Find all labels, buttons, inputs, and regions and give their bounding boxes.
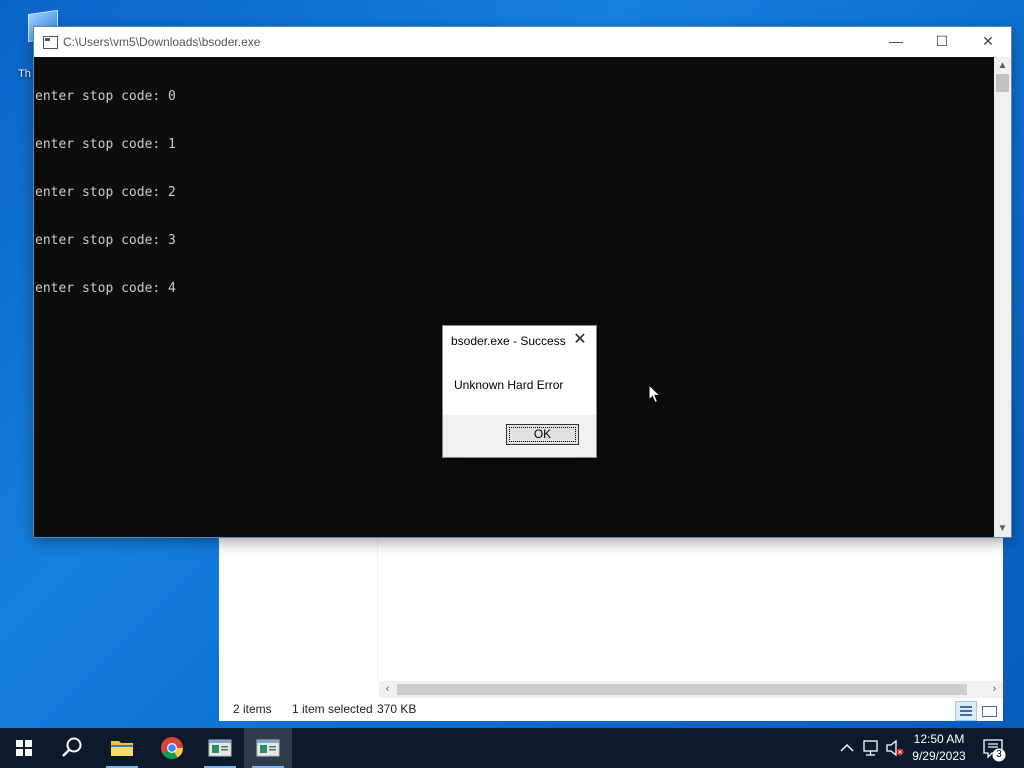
desktop-icon-label: Th — [18, 68, 31, 80]
item-count: 2 items — [233, 702, 272, 716]
scroll-left-icon[interactable]: ‹ — [379, 681, 396, 698]
dialog-footer: OK — [443, 415, 596, 457]
start-button[interactable] — [0, 728, 48, 768]
search-icon — [62, 737, 82, 757]
clock[interactable]: 12:50 AM 9/29/2023 — [906, 731, 972, 765]
show-hidden-icons-button[interactable] — [838, 728, 856, 768]
volume-button[interactable] — [884, 728, 906, 768]
large-icons-view-icon — [982, 706, 997, 717]
console-title: C:\Users\vm5\Downloads\bsoder.exe — [63, 35, 261, 49]
file-explorer-taskbar-button[interactable] — [98, 728, 146, 768]
dialog-title: bsoder.exe - Success — [451, 334, 566, 348]
details-view-button[interactable] — [955, 701, 977, 721]
console-line: enter stop code: 2 — [35, 185, 176, 200]
scroll-down-icon[interactable]: ▼ — [994, 520, 1011, 537]
clock-date: 9/29/2023 — [912, 749, 966, 763]
search-button[interactable] — [48, 728, 96, 768]
console-app-icon — [43, 36, 58, 49]
clock-time: 12:50 AM — [913, 732, 965, 746]
horizontal-scrollbar[interactable]: ‹ › — [379, 681, 1003, 698]
file-explorer-icon — [111, 741, 133, 756]
console-titlebar[interactable]: C:\Users\vm5\Downloads\bsoder.exe — ☐ ✕ — [34, 27, 1011, 57]
large-icons-view-button[interactable] — [978, 701, 1000, 721]
details-view-icon — [960, 706, 972, 716]
ok-button[interactable]: OK — [506, 424, 579, 445]
mouse-cursor-icon — [648, 384, 662, 404]
dialog-message: Unknown Hard Error — [454, 378, 564, 392]
volume-muted-icon — [886, 739, 904, 757]
console-icon-2 — [256, 739, 280, 757]
network-button[interactable] — [860, 728, 882, 768]
console-line: enter stop code: 1 — [35, 137, 176, 152]
maximize-button[interactable]: ☐ — [919, 27, 965, 57]
chevron-up-icon — [840, 743, 854, 752]
console-taskbar-button[interactable] — [196, 728, 244, 768]
close-button[interactable]: ✕ — [965, 27, 1011, 57]
windows-logo-icon — [16, 740, 32, 756]
status-bar: 2 items 1 item selected 370 KB — [219, 698, 1003, 721]
console-line: enter stop code: 0 — [35, 89, 176, 104]
dialog-close-button[interactable]: ✕ — [568, 328, 592, 352]
action-center-button[interactable]: 3 — [978, 728, 1012, 768]
console-output[interactable]: enter stop code: 0 enter stop code: 1 en… — [34, 57, 994, 537]
selection-count: 1 item selected — [292, 702, 373, 716]
console-icon — [208, 739, 232, 757]
scroll-right-icon[interactable]: › — [986, 681, 1003, 698]
taskbar: 12:50 AM 9/29/2023 3 — [0, 728, 1024, 768]
scrollbar-thumb[interactable] — [397, 684, 967, 695]
console-window[interactable]: C:\Users\vm5\Downloads\bsoder.exe — ☐ ✕ … — [34, 27, 1011, 537]
selection-size: 370 KB — [377, 702, 417, 716]
console-line: enter stop code: 4 — [35, 281, 176, 296]
chrome-icon — [161, 737, 183, 759]
network-icon — [863, 740, 878, 756]
console-line: enter stop code: 3 — [35, 233, 176, 248]
navigation-pane[interactable] — [219, 536, 378, 681]
chrome-taskbar-button[interactable] — [148, 728, 196, 768]
scrollbar-thumb[interactable] — [996, 74, 1009, 92]
error-dialog: bsoder.exe - Success ✕ Unknown Hard Erro… — [443, 326, 596, 457]
file-explorer-window: ‹ › 2 items 1 item selected 370 KB — [219, 536, 1003, 721]
console-taskbar-button-active[interactable] — [244, 728, 292, 768]
notification-badge: 3 — [996, 749, 1002, 760]
scroll-up-icon[interactable]: ▲ — [994, 57, 1011, 74]
minimize-button[interactable]: — — [873, 27, 919, 57]
console-vertical-scrollbar[interactable]: ▲ ▼ — [994, 57, 1011, 537]
